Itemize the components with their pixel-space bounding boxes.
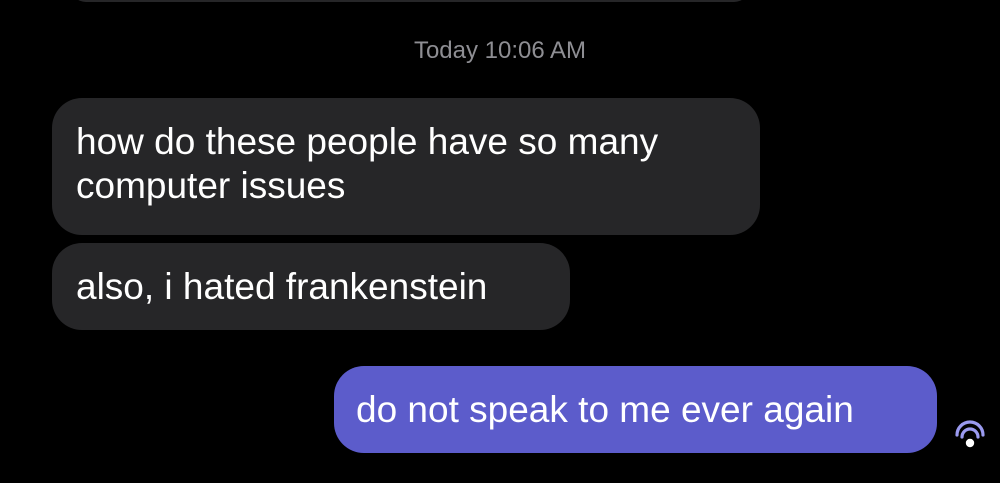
- chat-screen: Today 10:06 AM how do these people have …: [0, 0, 1000, 483]
- timestamp-divider: Today 10:06 AM: [413, 37, 587, 64]
- incoming-message-bubble[interactable]: also, i hated frankenstein: [52, 243, 570, 330]
- read-receipt-icon: [955, 420, 985, 448]
- outgoing-message-bubble[interactable]: do not speak to me ever again: [334, 366, 937, 453]
- incoming-message-bubble[interactable]: how do these people have so many compute…: [52, 98, 760, 235]
- previous-message-bubble[interactable]: [70, 0, 750, 2]
